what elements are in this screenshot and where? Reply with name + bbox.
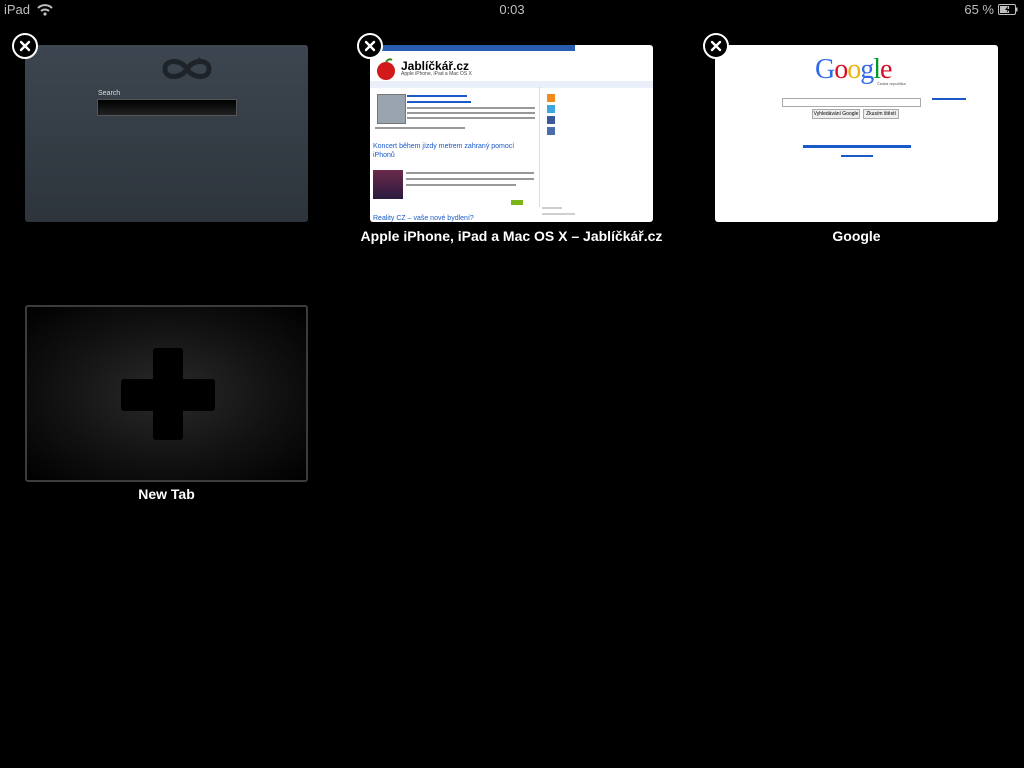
google-search-input: [782, 98, 921, 107]
lucky-button: Zkusím štěstí: [863, 109, 899, 119]
text-line: [375, 127, 465, 129]
text-line: [407, 107, 535, 109]
tab-title: Apple iPhone, iPad a Mac OS X – Jablíčká…: [360, 228, 663, 244]
footer-links: [803, 145, 911, 148]
new-tab-button[interactable]: [25, 305, 308, 482]
text-line: [407, 117, 535, 119]
new-tab-label: New Tab: [138, 486, 195, 502]
battery-icon: [998, 4, 1018, 15]
tab-thumbnail[interactable]: Search: [25, 45, 308, 222]
rss-icon: [547, 94, 555, 102]
text-line: [406, 172, 534, 174]
tab-thumbnail[interactable]: Google Česká republika Vyhledávání Googl…: [715, 45, 998, 222]
text-line: [407, 112, 535, 114]
tab-thumbnail[interactable]: Jablíčkář.cz Apple iPhone, iPad a Mac OS…: [370, 45, 653, 222]
text-line: [542, 207, 562, 209]
badge: [511, 200, 523, 205]
article-image: [377, 94, 406, 124]
column-divider: [539, 87, 540, 207]
share-icon: [547, 127, 555, 135]
clock: 0:03: [499, 2, 525, 17]
text-line: [542, 213, 575, 215]
article-image: [373, 170, 403, 199]
text-line: [406, 184, 516, 186]
search-input: [97, 99, 237, 116]
status-bar: iPad 0:03 65 %: [0, 0, 1024, 20]
site-menu: [370, 81, 653, 88]
advanced-search-link: [932, 98, 966, 100]
google-search-button: Vyhledávání Google: [812, 109, 860, 119]
tab-title: Google: [832, 228, 881, 244]
site-subtitle: Apple iPhone, iPad a Mac OS X: [401, 71, 472, 77]
apple-logo-icon: [377, 58, 395, 80]
article-link: [407, 101, 471, 103]
close-x-icon: [710, 40, 722, 52]
copyright-link: [841, 155, 873, 157]
plus-icon: [121, 379, 215, 411]
close-x-icon: [19, 40, 31, 52]
site-top-nav: [378, 45, 575, 51]
battery-percent: 65 %: [964, 2, 994, 17]
close-tab-button[interactable]: [12, 33, 38, 59]
facebook-icon: [547, 116, 555, 124]
app-logo-icon: [162, 57, 212, 79]
article-headline: Reality CZ – vaše nové bydlení?: [373, 215, 474, 222]
article-link: [407, 95, 467, 97]
google-locale: Česká republika: [877, 81, 906, 86]
close-tab-button[interactable]: [357, 33, 383, 59]
twitter-icon: [547, 105, 555, 113]
close-x-icon: [364, 40, 376, 52]
text-line: [406, 178, 534, 180]
search-label: Search: [98, 90, 121, 97]
article-headline: Koncert během jízdy metrem zahraný pomoc…: [373, 143, 515, 159]
close-tab-button[interactable]: [703, 33, 729, 59]
